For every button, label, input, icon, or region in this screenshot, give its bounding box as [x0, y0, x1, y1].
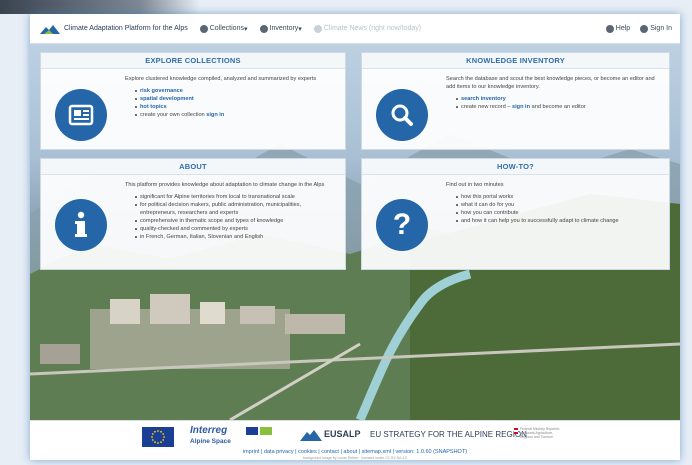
explore-signin-link[interactable]: sign in [206, 112, 224, 118]
signin-icon [640, 24, 649, 33]
alps-logo-icon [40, 24, 60, 34]
nav-help-label: Help [615, 25, 631, 32]
help-icon [605, 24, 614, 33]
footer: Interreg Alpine Space EUSALP EU STRATEGY… [30, 420, 680, 460]
link-risk-governance[interactable]: risk governance [140, 88, 183, 94]
create-collection-text: create your own collection [140, 112, 205, 118]
list-item: create your own collection sign in [135, 111, 337, 119]
newspaper-icon[interactable] [55, 89, 107, 141]
search-inventory-link[interactable]: search inventory [461, 96, 506, 102]
top-nav: Climate Adaptation Platform for the Alps… [30, 14, 680, 44]
news-icon [313, 24, 322, 33]
nav-signin-label: Sign In [650, 25, 672, 32]
howto-panel: HOW-TO? ? Find out in two minutes how th… [361, 158, 670, 270]
footer-credits: background image by Lucas Ruther · licen… [303, 456, 407, 460]
nav-disabled-label: Climate News (right now/today) [323, 25, 422, 32]
eusalp-logo: EUSALP [324, 429, 361, 439]
brand-title: Climate Adaptation Platform for the Alps [64, 25, 188, 32]
knowledge-list: search inventory create new record – sig… [456, 95, 661, 111]
search-icon [259, 24, 268, 33]
nav-disabled-item[interactable]: Climate News (right now/today) [313, 24, 422, 33]
nav-collections-label: Collections [209, 25, 244, 32]
howto-intro: Find out in two minutes [446, 182, 504, 188]
chevron-down-icon: ▾ [298, 25, 302, 33]
about-list: significant for Alpine territories from … [135, 193, 337, 241]
link-spatial-development[interactable]: spatial development [140, 96, 194, 102]
list-item: quality-checked and commented by experts [135, 225, 337, 233]
nav-inventory-label: Inventory [269, 25, 299, 32]
explore-intro: Explore clustered knowledge compiled, an… [125, 76, 317, 82]
alpine-space-label: Alpine Space [190, 438, 231, 445]
nav-help[interactable]: Help [605, 24, 631, 33]
eusalp-subtitle: EU STRATEGY FOR THE ALPINE REGION [370, 430, 527, 439]
screen-edge [0, 0, 200, 14]
knowledge-signin-link[interactable]: sign in [512, 104, 530, 110]
knowledge-inventory-panel: KNOWLEDGE INVENTORY Search the database … [361, 52, 670, 150]
nav-signin[interactable]: Sign In [640, 24, 672, 33]
list-item: comprehensive in thematic scope and type… [135, 217, 337, 225]
list-item[interactable]: risk governance [135, 87, 337, 95]
about-title: ABOUT [41, 159, 345, 175]
explore-title: EXPLORE COLLECTIONS [41, 53, 345, 69]
new-record-suffix: and become an editor [531, 104, 586, 110]
nav-inventory[interactable]: Inventory ▾ [259, 24, 302, 33]
new-record-text: create new record – [461, 104, 511, 110]
eusalp-mountain-icon [300, 430, 322, 441]
list-item: significant for Alpine territories from … [135, 193, 337, 201]
browser-page: Climate Adaptation Platform for the Alps… [30, 14, 680, 460]
howto-list: how this portal works what it can do for… [456, 193, 661, 225]
collections-icon [199, 24, 208, 33]
list-item: in French, German, Italian, Slovenian an… [135, 233, 337, 241]
list-item[interactable]: and how it can help you to successfully … [456, 217, 661, 225]
knowledge-title: KNOWLEDGE INVENTORY [362, 53, 669, 69]
list-item[interactable]: search inventory [456, 95, 661, 103]
eu-flag-icon [142, 427, 174, 447]
list-item[interactable]: spatial development [135, 95, 337, 103]
link-hot-topics[interactable]: hot topics [140, 104, 167, 110]
knowledge-intro: Search the database and scout the best k… [446, 76, 655, 90]
list-item[interactable]: what it can do for you [456, 201, 661, 209]
howto-title: HOW-TO? [362, 159, 669, 175]
austria-flag-icon [514, 428, 518, 434]
explore-collections-panel: EXPLORE COLLECTIONS Explore clustered kn… [40, 52, 346, 150]
footer-links[interactable]: imprint | data privacy | cookies | conta… [30, 449, 680, 455]
question-icon[interactable]: ? [376, 199, 428, 251]
nav-collections[interactable]: Collections ▾ [199, 24, 248, 33]
list-item: create new record – sign in and become a… [456, 103, 661, 111]
list-item[interactable]: how this portal works [456, 193, 661, 201]
about-intro: This platform provides knowledge about a… [125, 182, 325, 188]
list-item[interactable]: hot topics [135, 103, 337, 111]
list-item: for political decision makers, public ad… [135, 201, 337, 217]
info-icon[interactable] [55, 199, 107, 251]
about-panel: ABOUT This platform provides knowledge a… [40, 158, 346, 270]
list-item[interactable]: how you can contribute [456, 209, 661, 217]
austria-ministry-logo: Federal Ministry Republic of Austria Agr… [520, 427, 560, 439]
interreg-logo: Interreg [190, 425, 228, 436]
green-mini-flag-icon [260, 427, 272, 435]
search-icon[interactable] [376, 89, 428, 141]
chevron-down-icon: ▾ [243, 25, 248, 33]
eu-mini-flag-icon [246, 427, 258, 435]
platform-logo[interactable]: Climate Adaptation Platform for the Alps [40, 24, 188, 34]
explore-list: risk governance spatial development hot … [135, 87, 337, 119]
